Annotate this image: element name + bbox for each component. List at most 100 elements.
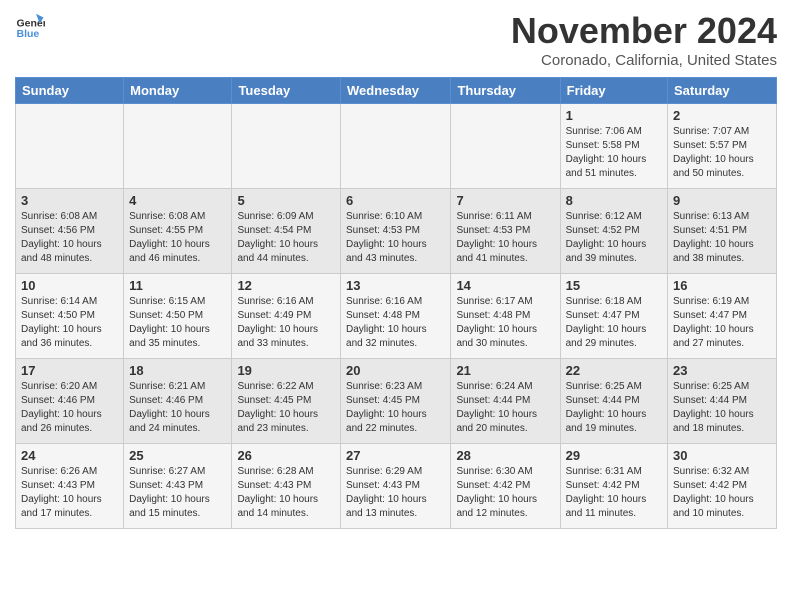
- location: Coronado, California, United States: [511, 52, 777, 69]
- day-info: Sunrise: 6:08 AM Sunset: 4:56 PM Dayligh…: [21, 210, 118, 266]
- day-info: Sunrise: 6:29 AM Sunset: 4:43 PM Dayligh…: [346, 465, 445, 521]
- week-row-3: 10Sunrise: 6:14 AM Sunset: 4:50 PM Dayli…: [16, 274, 777, 359]
- day-cell: 6 Sunrise: 6:10 AM Sunset: 4:53 PM Daylig…: [341, 189, 451, 274]
- day-cell: 4 Sunrise: 6:08 AM Sunset: 4:55 PM Daylig…: [124, 189, 232, 274]
- day-number: 29: [566, 448, 662, 463]
- col-header-tuesday: Tuesday: [232, 78, 341, 104]
- day-cell: 21Sunrise: 6:24 AM Sunset: 4:44 PM Dayli…: [451, 359, 560, 444]
- day-info: Sunrise: 6:18 AM Sunset: 4:47 PM Dayligh…: [566, 295, 662, 351]
- day-info: Sunrise: 7:06 AM Sunset: 5:58 PM Dayligh…: [566, 125, 662, 181]
- day-info: Sunrise: 6:14 AM Sunset: 4:50 PM Dayligh…: [21, 295, 118, 351]
- day-info: Sunrise: 6:16 AM Sunset: 4:48 PM Dayligh…: [346, 295, 445, 351]
- day-cell: 17 Sunrise: 6:20 AM Sunset: 4:46 PM Dayli…: [16, 359, 124, 444]
- day-info: Sunrise: 6:21 AM Sunset: 4:46 PM Dayligh…: [129, 380, 226, 436]
- day-cell: 16 Sunrise: 6:19 AM Sunset: 4:47 PM Dayli…: [668, 274, 777, 359]
- day-info: Sunrise: 7:07 AM Sunset: 5:57 PM Dayligh…: [673, 125, 771, 181]
- day-cell: 1Sunrise: 7:06 AM Sunset: 5:58 PM Daylig…: [560, 104, 667, 189]
- day-number: 12: [237, 278, 335, 293]
- day-cell: 15 Sunrise: 6:18 AM Sunset: 4:47 PM Dayli…: [560, 274, 667, 359]
- day-number: 4: [129, 193, 226, 208]
- day-cell: 22 Sunrise: 6:25 AM Sunset: 4:44 PM Dayli…: [560, 359, 667, 444]
- month-title: November 2024: [511, 10, 777, 52]
- day-info: Sunrise: 6:25 AM Sunset: 4:44 PM Dayligh…: [566, 380, 662, 436]
- col-header-monday: Monday: [124, 78, 232, 104]
- day-info: Sunrise: 6:09 AM Sunset: 4:54 PM Dayligh…: [237, 210, 335, 266]
- day-info: Sunrise: 6:31 AM Sunset: 4:42 PM Dayligh…: [566, 465, 662, 521]
- day-info: Sunrise: 6:15 AM Sunset: 4:50 PM Dayligh…: [129, 295, 226, 351]
- day-info: Sunrise: 6:17 AM Sunset: 4:48 PM Dayligh…: [456, 295, 554, 351]
- day-cell: 8 Sunrise: 6:12 AM Sunset: 4:52 PM Daylig…: [560, 189, 667, 274]
- header: General Blue November 2024 Coronado, Cal…: [15, 10, 777, 69]
- day-number: 18: [129, 363, 226, 378]
- day-cell: 28 Sunrise: 6:30 AM Sunset: 4:42 PM Dayli…: [451, 444, 560, 529]
- day-number: 3: [21, 193, 118, 208]
- day-number: 19: [237, 363, 335, 378]
- day-info: Sunrise: 6:10 AM Sunset: 4:53 PM Dayligh…: [346, 210, 445, 266]
- day-number: 22: [566, 363, 662, 378]
- day-cell: 25Sunrise: 6:27 AM Sunset: 4:43 PM Dayli…: [124, 444, 232, 529]
- day-info: Sunrise: 6:26 AM Sunset: 4:43 PM Dayligh…: [21, 465, 118, 521]
- week-row-5: 24 Sunrise: 6:26 AM Sunset: 4:43 PM Dayli…: [16, 444, 777, 529]
- day-cell: [232, 104, 341, 189]
- day-cell: 11 Sunrise: 6:15 AM Sunset: 4:50 PM Dayli…: [124, 274, 232, 359]
- day-cell: 2 Sunrise: 7:07 AM Sunset: 5:57 PM Daylig…: [668, 104, 777, 189]
- day-number: 24: [21, 448, 118, 463]
- day-cell: 26Sunrise: 6:28 AM Sunset: 4:43 PM Dayli…: [232, 444, 341, 529]
- day-info: Sunrise: 6:08 AM Sunset: 4:55 PM Dayligh…: [129, 210, 226, 266]
- day-cell: 30 Sunrise: 6:32 AM Sunset: 4:42 PM Dayli…: [668, 444, 777, 529]
- day-info: Sunrise: 6:30 AM Sunset: 4:42 PM Dayligh…: [456, 465, 554, 521]
- day-cell: 9Sunrise: 6:13 AM Sunset: 4:51 PM Daylig…: [668, 189, 777, 274]
- week-row-4: 17 Sunrise: 6:20 AM Sunset: 4:46 PM Dayli…: [16, 359, 777, 444]
- day-number: 11: [129, 278, 226, 293]
- day-number: 26: [237, 448, 335, 463]
- page: General Blue November 2024 Coronado, Cal…: [0, 0, 792, 539]
- day-number: 8: [566, 193, 662, 208]
- week-row-2: 3 Sunrise: 6:08 AM Sunset: 4:56 PM Daylig…: [16, 189, 777, 274]
- day-cell: 3 Sunrise: 6:08 AM Sunset: 4:56 PM Daylig…: [16, 189, 124, 274]
- week-row-1: 1Sunrise: 7:06 AM Sunset: 5:58 PM Daylig…: [16, 104, 777, 189]
- day-number: 7: [456, 193, 554, 208]
- col-header-thursday: Thursday: [451, 78, 560, 104]
- day-info: Sunrise: 6:16 AM Sunset: 4:49 PM Dayligh…: [237, 295, 335, 351]
- day-cell: 14Sunrise: 6:17 AM Sunset: 4:48 PM Dayli…: [451, 274, 560, 359]
- day-number: 2: [673, 108, 771, 123]
- day-cell: 24 Sunrise: 6:26 AM Sunset: 4:43 PM Dayli…: [16, 444, 124, 529]
- calendar-table: SundayMondayTuesdayWednesdayThursdayFrid…: [15, 77, 777, 529]
- day-cell: [451, 104, 560, 189]
- day-info: Sunrise: 6:32 AM Sunset: 4:42 PM Dayligh…: [673, 465, 771, 521]
- day-number: 25: [129, 448, 226, 463]
- day-number: 13: [346, 278, 445, 293]
- col-header-sunday: Sunday: [16, 78, 124, 104]
- col-header-wednesday: Wednesday: [341, 78, 451, 104]
- day-cell: 10Sunrise: 6:14 AM Sunset: 4:50 PM Dayli…: [16, 274, 124, 359]
- day-cell: [341, 104, 451, 189]
- day-cell: 19Sunrise: 6:22 AM Sunset: 4:45 PM Dayli…: [232, 359, 341, 444]
- col-header-friday: Friday: [560, 78, 667, 104]
- day-number: 15: [566, 278, 662, 293]
- title-block: November 2024 Coronado, California, Unit…: [511, 10, 777, 69]
- day-cell: 18 Sunrise: 6:21 AM Sunset: 4:46 PM Dayli…: [124, 359, 232, 444]
- day-number: 9: [673, 193, 771, 208]
- day-cell: [16, 104, 124, 189]
- day-number: 6: [346, 193, 445, 208]
- day-cell: 7 Sunrise: 6:11 AM Sunset: 4:53 PM Daylig…: [451, 189, 560, 274]
- day-cell: 23Sunrise: 6:25 AM Sunset: 4:44 PM Dayli…: [668, 359, 777, 444]
- day-number: 17: [21, 363, 118, 378]
- day-info: Sunrise: 6:11 AM Sunset: 4:53 PM Dayligh…: [456, 210, 554, 266]
- day-number: 28: [456, 448, 554, 463]
- day-info: Sunrise: 6:25 AM Sunset: 4:44 PM Dayligh…: [673, 380, 771, 436]
- day-info: Sunrise: 6:19 AM Sunset: 4:47 PM Dayligh…: [673, 295, 771, 351]
- day-number: 20: [346, 363, 445, 378]
- day-cell: [124, 104, 232, 189]
- col-header-saturday: Saturday: [668, 78, 777, 104]
- day-cell: 13 Sunrise: 6:16 AM Sunset: 4:48 PM Dayli…: [341, 274, 451, 359]
- day-cell: 20Sunrise: 6:23 AM Sunset: 4:45 PM Dayli…: [341, 359, 451, 444]
- day-number: 16: [673, 278, 771, 293]
- day-number: 27: [346, 448, 445, 463]
- day-cell: 29 Sunrise: 6:31 AM Sunset: 4:42 PM Dayli…: [560, 444, 667, 529]
- day-info: Sunrise: 6:12 AM Sunset: 4:52 PM Dayligh…: [566, 210, 662, 266]
- day-number: 30: [673, 448, 771, 463]
- logo-icon: General Blue: [15, 10, 45, 40]
- day-info: Sunrise: 6:20 AM Sunset: 4:46 PM Dayligh…: [21, 380, 118, 436]
- svg-text:Blue: Blue: [17, 28, 40, 40]
